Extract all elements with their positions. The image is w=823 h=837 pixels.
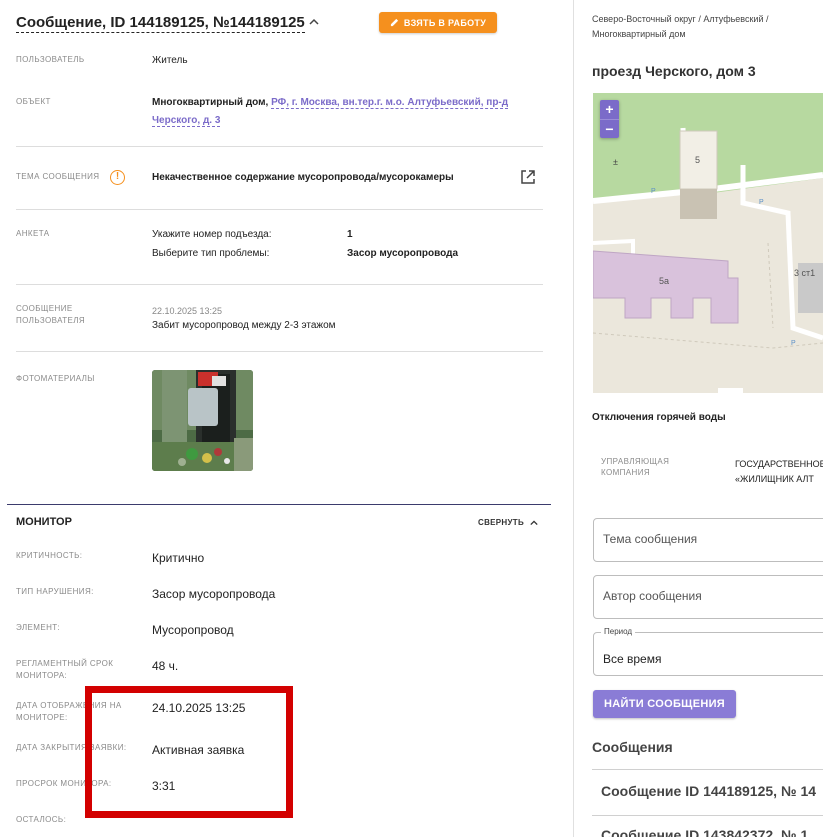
survey-label: АНКЕТА [16, 229, 50, 238]
map-zoom-controls: + − [600, 100, 619, 138]
message-detail-panel: Сообщение, ID 144189125, №144189125 ВЗЯТ… [0, 0, 560, 837]
monitor-divider [7, 504, 551, 505]
violation-type-label: ТИП НАРУШЕНИЯ: [16, 587, 94, 596]
object-type: Многоквартирный дом, [152, 97, 269, 108]
survey-question-2: Выберите тип проблемы: [152, 248, 270, 259]
message-title[interactable]: Сообщение, ID 144189125, №144189125 [16, 14, 305, 33]
zoom-out-button[interactable]: − [600, 119, 619, 138]
divider [16, 351, 543, 352]
open-external-icon[interactable] [520, 169, 536, 185]
messages-section-title: Сообщения [592, 739, 673, 755]
object-value: Многоквартирный дом, РФ, г. Москва, вн.т… [152, 94, 522, 130]
survey-question-1: Укажите номер подъезда: [152, 229, 272, 240]
author-filter-input[interactable] [603, 589, 823, 603]
criticality-label: КРИТИЧНОСТЬ: [16, 551, 83, 560]
divider [592, 769, 823, 770]
divider [592, 815, 823, 816]
divider [16, 146, 543, 147]
element-label: ЭЛЕМЕНТ: [16, 623, 61, 632]
zoom-in-button[interactable]: + [600, 100, 619, 119]
period-value: Все время [603, 652, 662, 666]
monitor-title: МОНИТОР [16, 516, 72, 528]
divider [16, 284, 543, 285]
warning-icon: ! [110, 170, 125, 185]
map-label-5: 5 [695, 155, 700, 165]
violation-type-value: Засор мусоропровода [152, 587, 276, 601]
user-value: Житель [152, 55, 188, 66]
element-value: Мусоропровод [152, 623, 234, 637]
user-message-label: СООБЩЕНИЕ ПОЛЬЗОВАТЕЛЯ [16, 304, 86, 325]
address-title: проезд Черского, дом 3 [592, 63, 756, 79]
take-to-work-label: ВЗЯТЬ В РАБОТУ [403, 17, 487, 28]
survey-answer-2: Засор мусоропровода [347, 248, 459, 259]
parking-icon: P [759, 199, 764, 206]
management-company-value: ГОСУДАРСТВЕННОЕ «ЖИЛИЩНИК АЛТ [735, 459, 823, 484]
user-message-text: Забит мусоропровод между 2-3 этажом [152, 320, 336, 331]
object-address-link-2[interactable]: Черского, д. 3 [152, 115, 221, 127]
photos-label: ФОТОМАТЕРИАЛЫ [16, 374, 95, 383]
deadline-label: РЕГЛАМЕНТНЫЙ СРОК МОНИТОРА: [16, 659, 114, 680]
collapse-button[interactable]: СВЕРНУТЬ [478, 518, 538, 527]
chevron-up-icon [529, 520, 538, 525]
survey-answer-1: 1 [347, 229, 353, 240]
take-to-work-button[interactable]: ВЗЯТЬ В РАБОТУ [379, 12, 497, 33]
divider [16, 209, 543, 210]
highlight-annotation-box [85, 686, 293, 818]
map[interactable]: 5 5а 3 ст1 P P P ± [593, 93, 823, 393]
hot-water-outages-title: Отключения горячей воды [592, 412, 726, 423]
breadcrumb: Северо-Восточный округ / Алтуфьевский / М… [592, 14, 769, 39]
map-label-5a: 5а [659, 276, 669, 286]
object-label: ОБЪЕКТ [16, 97, 51, 106]
topic-filter-input[interactable] [603, 532, 823, 546]
topic-filter-field[interactable] [593, 518, 823, 562]
entrance-icon: ± [613, 157, 618, 167]
message-list-item[interactable]: Сообщение ID 143842372, № 1 [601, 827, 808, 837]
chevron-up-icon[interactable] [309, 17, 319, 27]
object-address-link[interactable]: РФ, г. Москва, вн.тер.г. м.о. Алтуфьевск… [271, 97, 509, 109]
deadline-value: 48 ч. [152, 659, 179, 673]
management-company-label: УПРАВЛЯЮЩАЯ КОМПАНИЯ [601, 457, 670, 477]
photo-thumbnail[interactable] [152, 370, 253, 471]
author-filter-field[interactable] [593, 575, 823, 619]
criticality-value: Критично [152, 551, 205, 565]
find-messages-button[interactable]: НАЙТИ СООБЩЕНИЯ [593, 690, 736, 718]
period-select[interactable]: Период Все время [593, 627, 823, 676]
map-label-3st1: 3 ст1 [794, 268, 815, 278]
object-info-panel: Северо-Восточный округ / Алтуфьевский / М… [574, 0, 823, 837]
topic-value: Некачественное содержание мусоропровода/… [152, 172, 454, 183]
message-list-item[interactable]: Сообщение ID 144189125, № 14 [601, 783, 816, 799]
parking-icon: P [651, 188, 656, 195]
parking-icon: P [791, 340, 796, 347]
user-label: ПОЛЬЗОВАТЕЛЬ [16, 55, 85, 64]
pencil-icon [390, 18, 398, 27]
period-legend: Период [601, 627, 636, 636]
